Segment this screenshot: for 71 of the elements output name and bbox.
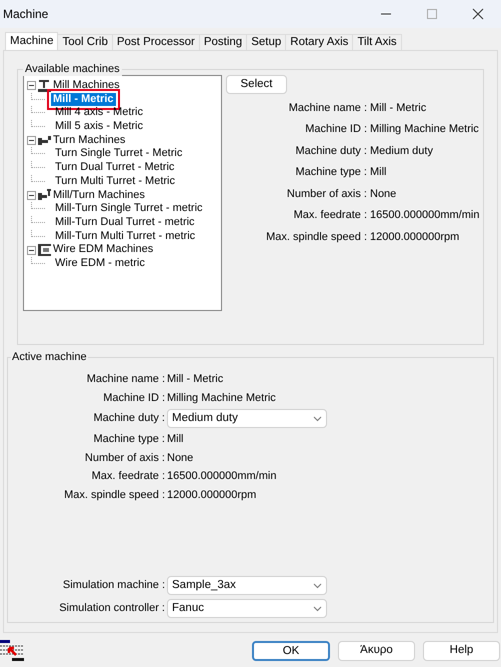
- collapse-icon[interactable]: [27, 136, 36, 146]
- chevron-down-icon: [313, 416, 322, 422]
- field-label: Max. feedrate :: [90, 469, 166, 484]
- tree-item[interactable]: Mill/Turn Machines: [53, 188, 145, 202]
- field-value: 12000.000000rpm: [167, 488, 256, 502]
- field-value: 16500.000000mm/min: [370, 208, 480, 223]
- field-label: Machine ID :: [102, 390, 166, 406]
- field-label: Max. feedrate :: [292, 208, 368, 223]
- tab[interactable]: Posting: [200, 34, 248, 50]
- dropdown[interactable]: Fanuc: [167, 599, 327, 618]
- field-value: Milling Machine Metric: [167, 390, 276, 406]
- collapse-icon[interactable]: [27, 190, 36, 200]
- machine-icon: [37, 243, 52, 258]
- field-value: Mill: [167, 432, 184, 447]
- field-value: Medium duty: [370, 144, 433, 158]
- tab[interactable]: Post Processor: [112, 34, 200, 50]
- dialog-button[interactable]: Help: [423, 641, 500, 661]
- field-value: 12000.000000rpm: [370, 230, 460, 244]
- tree-item[interactable]: Mill-Turn Dual Turret - metric: [53, 216, 197, 230]
- dialog-button[interactable]: Άκυρο: [338, 641, 415, 661]
- field-value: Milling Machine Metric: [370, 122, 479, 137]
- tree-item[interactable]: Turn Multi Turret - Metric: [53, 174, 177, 189]
- dropdown[interactable]: Sample_3ax: [167, 576, 327, 595]
- field-value: Mill: [370, 165, 386, 180]
- tree-item[interactable]: Turn Single Turret - Metric: [53, 147, 184, 162]
- group-title: Available machines: [23, 62, 122, 76]
- tab[interactable]: Rotary Axis: [286, 34, 354, 50]
- field-label: Machine type :: [92, 432, 166, 447]
- tree-item[interactable]: Mill - Metric: [51, 92, 116, 106]
- field-label: Machine duty :: [294, 144, 368, 158]
- field-label: Number of axis :: [84, 450, 166, 466]
- machine-icon: [37, 188, 52, 202]
- chevron-down-icon: [313, 606, 322, 612]
- field-value: None: [167, 450, 194, 466]
- field-label: Simulation machine :: [62, 578, 166, 594]
- chevron-down-icon: [313, 582, 322, 588]
- tab[interactable]: Tilt Axis: [353, 34, 402, 50]
- tab[interactable]: Machine: [5, 32, 58, 50]
- tree-item[interactable]: Mill 4 axis - Metric: [53, 106, 146, 120]
- tree-item[interactable]: Turn Dual Turret - Metric: [53, 161, 176, 175]
- field-label: Machine type :: [294, 165, 368, 180]
- dialog-button[interactable]: OK: [252, 641, 330, 661]
- field-label: Machine name :: [288, 100, 368, 116]
- tree-item[interactable]: Mill 5 axis - Metric: [53, 120, 146, 134]
- field-label: Number of axis :: [286, 186, 368, 202]
- field-value: Mill - Metric: [370, 100, 426, 116]
- machine-icon: [37, 78, 52, 93]
- collapse-icon[interactable]: [27, 81, 36, 90]
- table-arrow-icon[interactable]: [0, 638, 26, 664]
- machine-icon: [37, 134, 52, 148]
- tree-item[interactable]: Turn Machines: [53, 134, 126, 148]
- field-label: Max. spindle speed :: [265, 230, 368, 244]
- field-label: Max. spindle speed :: [63, 488, 166, 502]
- tree-item[interactable]: Wire EDM Machines: [53, 243, 154, 257]
- tree-item[interactable]: Mill Machines: [53, 79, 120, 93]
- field-label: Machine ID :: [304, 122, 368, 137]
- collapse-icon[interactable]: [27, 246, 36, 255]
- window-title: Machine: [3, 6, 48, 23]
- field-label: Machine name :: [86, 372, 166, 387]
- field-label: Machine duty :: [92, 411, 166, 426]
- tree-item[interactable]: Wire EDM - metric: [53, 256, 147, 271]
- field-value: None: [370, 186, 396, 202]
- field-value: Mill - Metric: [167, 372, 224, 387]
- tree-item[interactable]: Mill-Turn Single Turret - metric: [53, 202, 205, 216]
- field-value: 16500.000000mm/min: [167, 469, 276, 484]
- tab[interactable]: Setup: [247, 34, 286, 50]
- field-label: Simulation controller :: [58, 601, 166, 616]
- tree-item[interactable]: Mill-Turn Multi Turret - metric: [53, 230, 198, 244]
- tab[interactable]: Tool Crib: [58, 34, 113, 50]
- select-button[interactable]: Select: [226, 75, 287, 94]
- dropdown[interactable]: Medium duty: [167, 409, 327, 428]
